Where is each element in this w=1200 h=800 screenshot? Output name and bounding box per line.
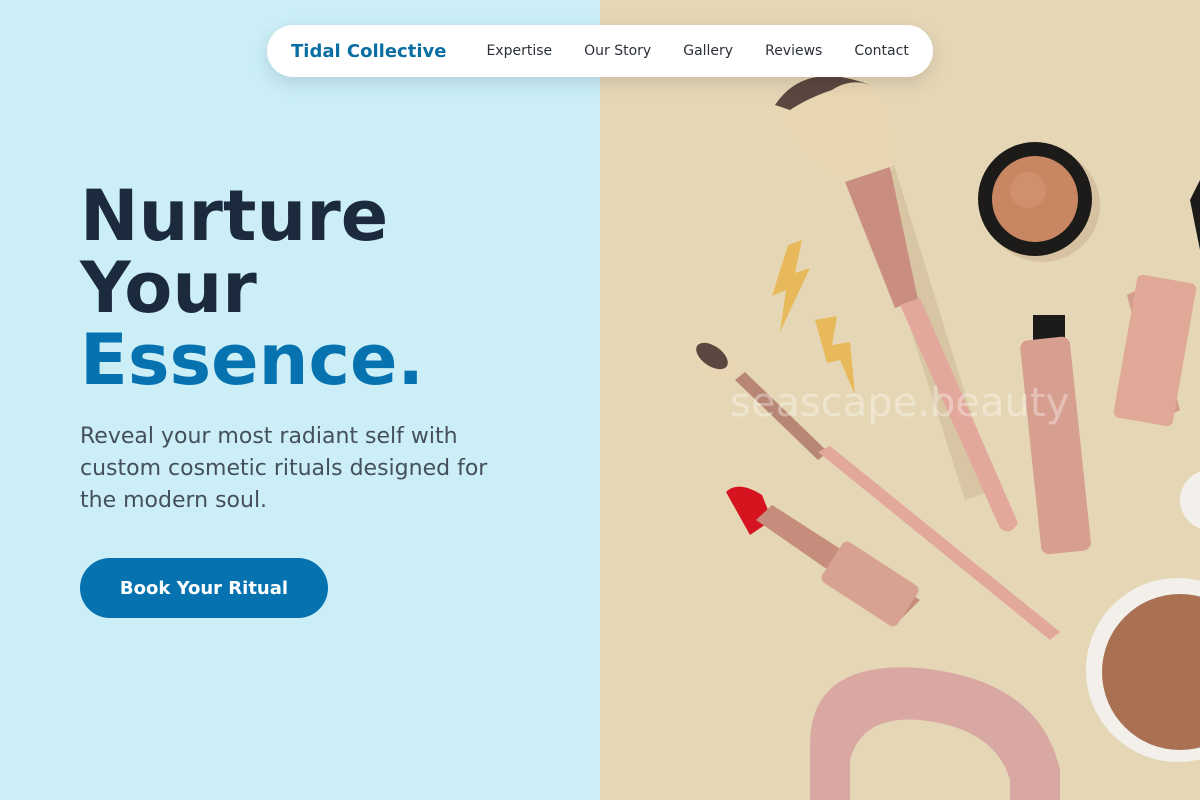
nav-link-expertise[interactable]: Expertise <box>470 43 568 59</box>
clear-compact-icon <box>1180 471 1200 529</box>
bronzer-compact-icon <box>1086 578 1200 762</box>
image-watermark: seascape.beauty <box>730 380 1070 426</box>
scrunchie-icon <box>810 667 1060 800</box>
nav-link-gallery[interactable]: Gallery <box>667 43 749 59</box>
hero-title: Nurture Your Essence. <box>80 180 424 396</box>
top-navbar: Tidal Collective Expertise Our Story Gal… <box>267 25 933 77</box>
hero-subtitle: Reveal your most radiant self with custo… <box>80 424 488 513</box>
lipgloss-tube-icon <box>1020 315 1091 555</box>
nav-links: Expertise Our Story Gallery Reviews Cont… <box>470 43 924 59</box>
hero-title-line-3: Essence. <box>80 319 425 401</box>
nav-link-our-story[interactable]: Our Story <box>568 43 667 59</box>
lightning-earring-icon <box>772 240 855 395</box>
mascara-icon <box>1113 180 1200 427</box>
nav-link-reviews[interactable]: Reviews <box>749 43 838 59</box>
hero-title-line-1: Nurture <box>80 175 389 257</box>
blush-compact-icon <box>978 142 1100 262</box>
powder-brush-icon <box>775 76 1018 532</box>
nav-link-contact[interactable]: Contact <box>838 43 924 59</box>
hero-title-line-2: Your <box>80 247 257 329</box>
brand-logo-link[interactable]: Tidal Collective <box>291 41 446 62</box>
book-ritual-button[interactable]: Book Your Ritual <box>80 558 328 618</box>
